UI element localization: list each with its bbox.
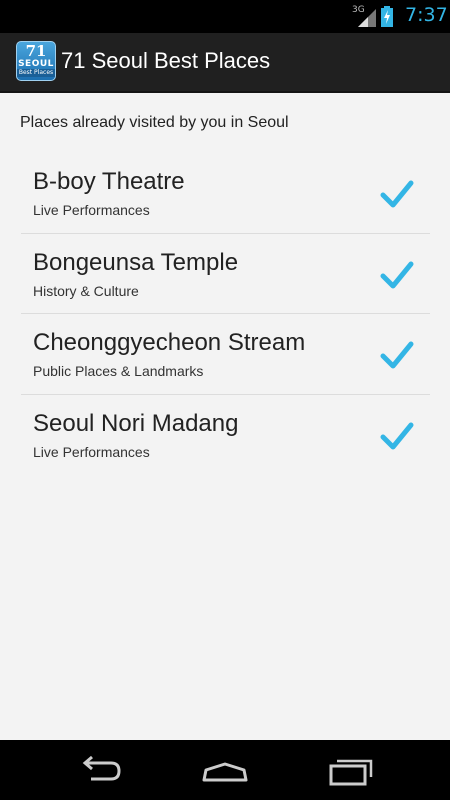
app-logo-city: SEOUL	[18, 59, 54, 69]
place-name: B-boy Theatre	[33, 168, 185, 195]
place-name: Cheonggyecheon Stream	[33, 329, 306, 356]
home-button[interactable]	[200, 752, 250, 788]
check-icon[interactable]	[380, 419, 414, 453]
status-bar: 3G 7:37	[0, 0, 450, 33]
app-logo-tagline: Best Places	[17, 69, 55, 77]
visited-places-list: B-boy Theatre Live Performances Bongeuns…	[21, 153, 430, 475]
place-category: History & Culture	[33, 282, 139, 299]
list-item[interactable]: B-boy Theatre Live Performances	[21, 153, 430, 234]
list-item[interactable]: Cheonggyecheon Stream Public Places & La…	[21, 314, 430, 395]
place-name: Seoul Nori Madang	[33, 409, 239, 437]
signal-icon	[358, 9, 376, 27]
recent-apps-button[interactable]	[328, 752, 378, 788]
list-item[interactable]: Seoul Nori Madang Live Performances	[21, 395, 430, 476]
check-icon[interactable]	[380, 177, 414, 211]
check-icon[interactable]	[380, 258, 414, 292]
navigation-bar	[0, 740, 450, 800]
place-name: Bongeunsa Temple	[33, 248, 239, 276]
clock: 7:37	[405, 4, 448, 26]
check-icon[interactable]	[380, 338, 414, 372]
back-icon	[82, 755, 121, 781]
recent-apps-icon	[329, 759, 373, 786]
place-category: Public Places & Landmarks	[33, 363, 204, 379]
battery-charging-icon	[381, 6, 393, 27]
place-category: Live Performances	[33, 202, 150, 218]
action-bar: 71 SEOUL Best Places 71 Seoul Best Place…	[0, 33, 450, 93]
app-logo-number: 71	[25, 42, 47, 60]
app-title: 71 Seoul Best Places	[61, 48, 271, 73]
list-item[interactable]: Bongeunsa Temple History & Culture	[21, 234, 430, 314]
page-subtitle: Places already visited by you in Seoul	[20, 114, 289, 131]
app-logo[interactable]: 71 SEOUL Best Places	[16, 41, 56, 81]
place-category: Live Performances	[33, 443, 150, 460]
back-button[interactable]	[75, 752, 125, 788]
home-icon	[202, 762, 248, 782]
